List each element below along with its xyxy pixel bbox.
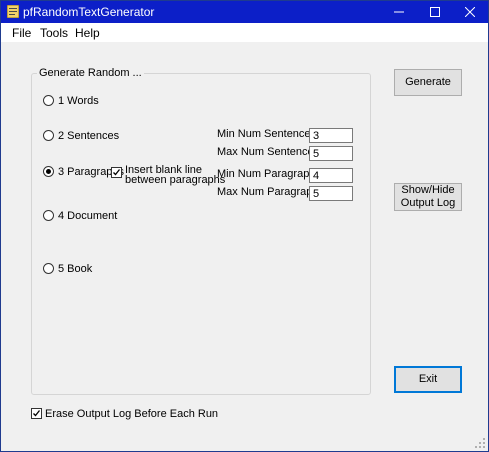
erase-log-label[interactable]: Erase Output Log Before Each Run: [45, 408, 218, 420]
checkmark-icon: [113, 169, 121, 176]
blank-line-checkbox[interactable]: [111, 167, 122, 178]
app-window: pfRandomTextGenerator File Tools Help Ge…: [0, 0, 489, 452]
max-paragraphs-label: Max Num Paragraphs: [217, 186, 324, 198]
max-sentences-input[interactable]: [309, 146, 353, 161]
radio-words[interactable]: [43, 95, 54, 106]
min-paragraphs-input[interactable]: [309, 168, 353, 183]
resize-grip-icon[interactable]: [475, 438, 486, 449]
window-title: pfRandomTextGenerator: [23, 5, 155, 19]
radio-document-label[interactable]: 4 Document: [58, 210, 117, 222]
radio-sentences[interactable]: [43, 130, 54, 141]
radio-book-label[interactable]: 5 Book: [58, 263, 92, 275]
menu-file[interactable]: File: [12, 26, 31, 40]
app-icon: [7, 5, 19, 18]
menu-help[interactable]: Help: [75, 26, 100, 40]
close-icon: [465, 7, 475, 17]
radio-paragraphs[interactable]: [43, 166, 54, 177]
radio-book[interactable]: [43, 263, 54, 274]
min-sentences-label: Min Num Sentences: [217, 128, 317, 140]
generate-button[interactable]: Generate: [394, 69, 462, 96]
show-hide-output-log-button[interactable]: Show/Hide Output Log: [394, 183, 462, 211]
show-hide-label-1: Show/Hide: [401, 184, 455, 196]
menu-tools[interactable]: Tools: [40, 26, 68, 40]
radio-sentences-label[interactable]: 2 Sentences: [58, 130, 119, 142]
radio-document[interactable]: [43, 210, 54, 221]
minimize-icon: [394, 11, 404, 13]
title-bar[interactable]: pfRandomTextGenerator: [1, 1, 488, 23]
max-paragraphs-input[interactable]: [309, 186, 353, 201]
exit-button[interactable]: Exit: [394, 366, 462, 393]
minimize-button[interactable]: [381, 1, 417, 23]
checkmark-icon: [33, 410, 41, 417]
max-sentences-label: Max Num Sentences: [217, 146, 320, 158]
min-paragraphs-label: Min Num Paragraphs: [217, 168, 321, 180]
show-hide-label-2: Output Log: [400, 197, 456, 209]
maximize-button[interactable]: [417, 1, 453, 23]
generate-group-box: [31, 73, 371, 395]
menu-bar: File Tools Help: [1, 23, 488, 42]
group-label: Generate Random ...: [37, 67, 144, 79]
close-button[interactable]: [452, 1, 488, 23]
radio-words-label[interactable]: 1 Words: [58, 95, 99, 107]
erase-log-checkbox[interactable]: [31, 408, 42, 419]
min-sentences-input[interactable]: [309, 128, 353, 143]
blank-line-label-2[interactable]: between paragraphs: [125, 174, 225, 186]
maximize-icon: [430, 7, 440, 17]
